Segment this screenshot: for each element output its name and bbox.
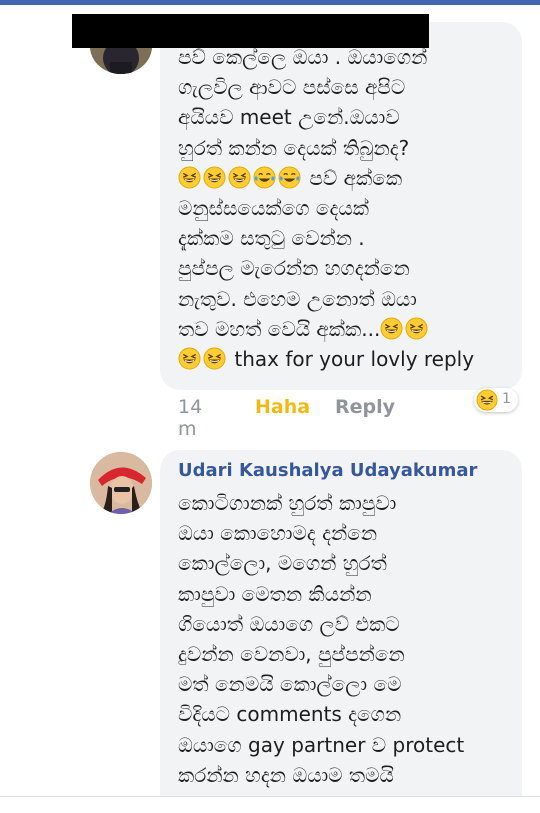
bottom-divider xyxy=(0,796,540,813)
comment-line-text: පව් අක්කෙ xyxy=(303,165,403,190)
comment-bubble: Udari Kaushalya Udayakumar කොටිගානක් හුර… xyxy=(160,450,522,812)
comment-line: ගියොත් ඔයාගෙ ලව් එකට xyxy=(178,611,400,636)
comment-text: කොටිගානක් හුරත් කාපුවා ඔයා කොහොමද දන්නෙ කො… xyxy=(178,488,512,790)
comment-line: කොටිගානක් හුරත් කාපුවා xyxy=(178,491,397,515)
comment-line: විදියට comments දගෙන xyxy=(178,702,402,727)
haha-reaction-button[interactable]: Haha xyxy=(255,396,310,418)
top-accent-strip xyxy=(0,0,540,5)
grinning-squinting-face-icon xyxy=(405,317,428,340)
comment-line-text: thax for your lovly reply xyxy=(228,347,475,372)
grinning-squinting-face-icon xyxy=(178,347,201,370)
redaction-bar xyxy=(72,14,429,48)
comment-bubble: පව් කෙල්ලෙ ඔයා . ඔයාගෙන් ගැලවිල ආවට පස්සෙ… xyxy=(160,22,522,390)
comment-line: දැක්කම සතුටු වෙන්න . xyxy=(178,226,365,251)
grinning-squinting-face-icon xyxy=(203,166,226,189)
comment-line: මනුස්සයෙක්ගෙ දෙයක් xyxy=(178,196,370,221)
grinning-squinting-face-icon xyxy=(203,347,226,370)
comment-line: කොල්ලො, මගෙන් හුරත් xyxy=(178,551,387,576)
comment-line: පුප්පල මැරෙන්න හගදන්නෙ xyxy=(178,256,410,281)
grinning-squinting-face-icon xyxy=(228,166,251,189)
comment-line: ගැලවිල ආවට පස්සෙ අපිට xyxy=(178,75,406,100)
comment-line: කාපුවා මෙතන කියන්න xyxy=(178,581,372,606)
comment-line-text: තව මහත් වෙයි අක්ක... xyxy=(178,316,381,341)
comment-line: ඔයා කොහොමද දන්නෙ xyxy=(178,521,378,546)
avatar[interactable] xyxy=(90,452,152,514)
comment-author-name[interactable]: Udari Kaushalya Udayakumar xyxy=(178,460,477,481)
reaction-count: 1 xyxy=(502,391,511,407)
comment-line: ඔයාගෙ gay partner ව protect xyxy=(178,732,465,757)
grinning-squinting-face-icon xyxy=(476,389,498,411)
comment-text: පව් කෙල්ලෙ ඔයා . ඔයාගෙන් ගැලවිල ආවට පස්සෙ… xyxy=(178,42,512,374)
comment-line: නැතුව. එහෙම උනොත් ඔයා xyxy=(178,286,417,311)
face-with-tears-of-joy-icon xyxy=(278,166,301,189)
face-with-tears-of-joy-icon xyxy=(253,166,276,189)
comment-timestamp[interactable]: 14 m xyxy=(178,396,202,440)
reaction-summary[interactable]: 1 xyxy=(474,388,518,412)
avatar-photo-icon xyxy=(90,452,152,514)
grinning-squinting-face-icon xyxy=(178,166,201,189)
reply-button[interactable]: Reply xyxy=(335,396,395,418)
grinning-squinting-face-icon xyxy=(380,317,403,340)
comment-line: මත් නෙමයි කොල්ලො මෙ xyxy=(178,672,402,697)
comment-line: දුවන්න වෙනවා, පුප්පන්නෙ xyxy=(178,642,405,667)
comment-line-with-emoji: පව් අක්කෙ xyxy=(178,163,512,193)
comment-line: කරන්න හදන ඔයාම තමයි xyxy=(178,762,394,787)
comment-line: අයියව meet උනේ.ඔයාව xyxy=(178,105,400,130)
comment-line-with-emoji: thax for your lovly reply xyxy=(178,344,512,374)
comment-line-with-emoji: තව මහත් වෙයි අක්ක... xyxy=(178,314,512,344)
comment-line: හුරත් කන්න දෙයක් තිබුනද? xyxy=(178,135,410,160)
